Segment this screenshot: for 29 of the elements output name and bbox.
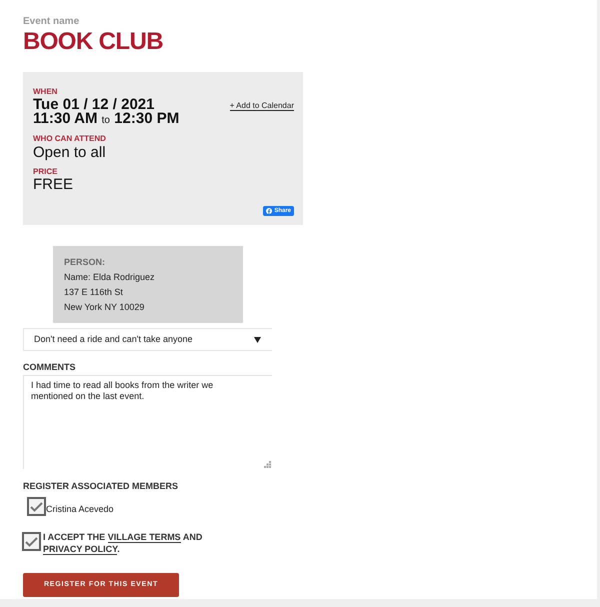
comments-field[interactable]: I had time to read all books from the writer we mentioned on the last event.: [23, 375, 272, 469]
person-detail: New York NY 10029: [64, 301, 144, 314]
ride-select[interactable]: Don't need a ride and can't take anyone: [23, 328, 272, 351]
comments-label: COMMENTS: [23, 362, 76, 372]
logo-icon: [266, 208, 272, 214]
checkbox[interactable]: [27, 497, 46, 516]
caret-down-icon: [254, 336, 261, 342]
member-name: Cristina Acevedo: [46, 504, 114, 514]
privacy-link[interactable]: PRIVACY POLICY: [43, 544, 118, 555]
add-to-calendar-link[interactable]: + Add to Calendar: [230, 101, 294, 111]
resize-handle-icon: [264, 461, 271, 468]
members-label: REGISTER ASSOCIATED MEMBERS: [23, 481, 178, 492]
attendance-label: WHO CAN ATTEND: [33, 135, 106, 143]
event-date: Tue 01 / 12 / 2021: [33, 98, 154, 112]
event-title: BOOK CLUB: [23, 30, 163, 54]
terms-link[interactable]: VILLAGE TERMS: [108, 532, 181, 543]
person-heading: PERSON:: [64, 256, 106, 269]
event-time: 11:30 AM to 12:30 PM: [33, 112, 180, 128]
price-value: FREE: [33, 177, 74, 193]
price-label: PRICE: [33, 168, 58, 176]
when-label: WHEN: [33, 88, 58, 96]
checkmark-icon: [30, 502, 43, 512]
checkmark-icon: [25, 536, 38, 546]
person-detail: Name: Elda Rodriguez: [64, 271, 155, 284]
terms-text: I ACCEPT THE VILLAGE TERMS AND PRIVACY POLICY.: [43, 531, 204, 555]
event-name-label: Event name: [23, 16, 80, 28]
person-detail: 137 E 116th St: [64, 286, 123, 299]
attendance-value: Open to all: [33, 145, 106, 161]
checkbox[interactable]: [22, 532, 41, 551]
